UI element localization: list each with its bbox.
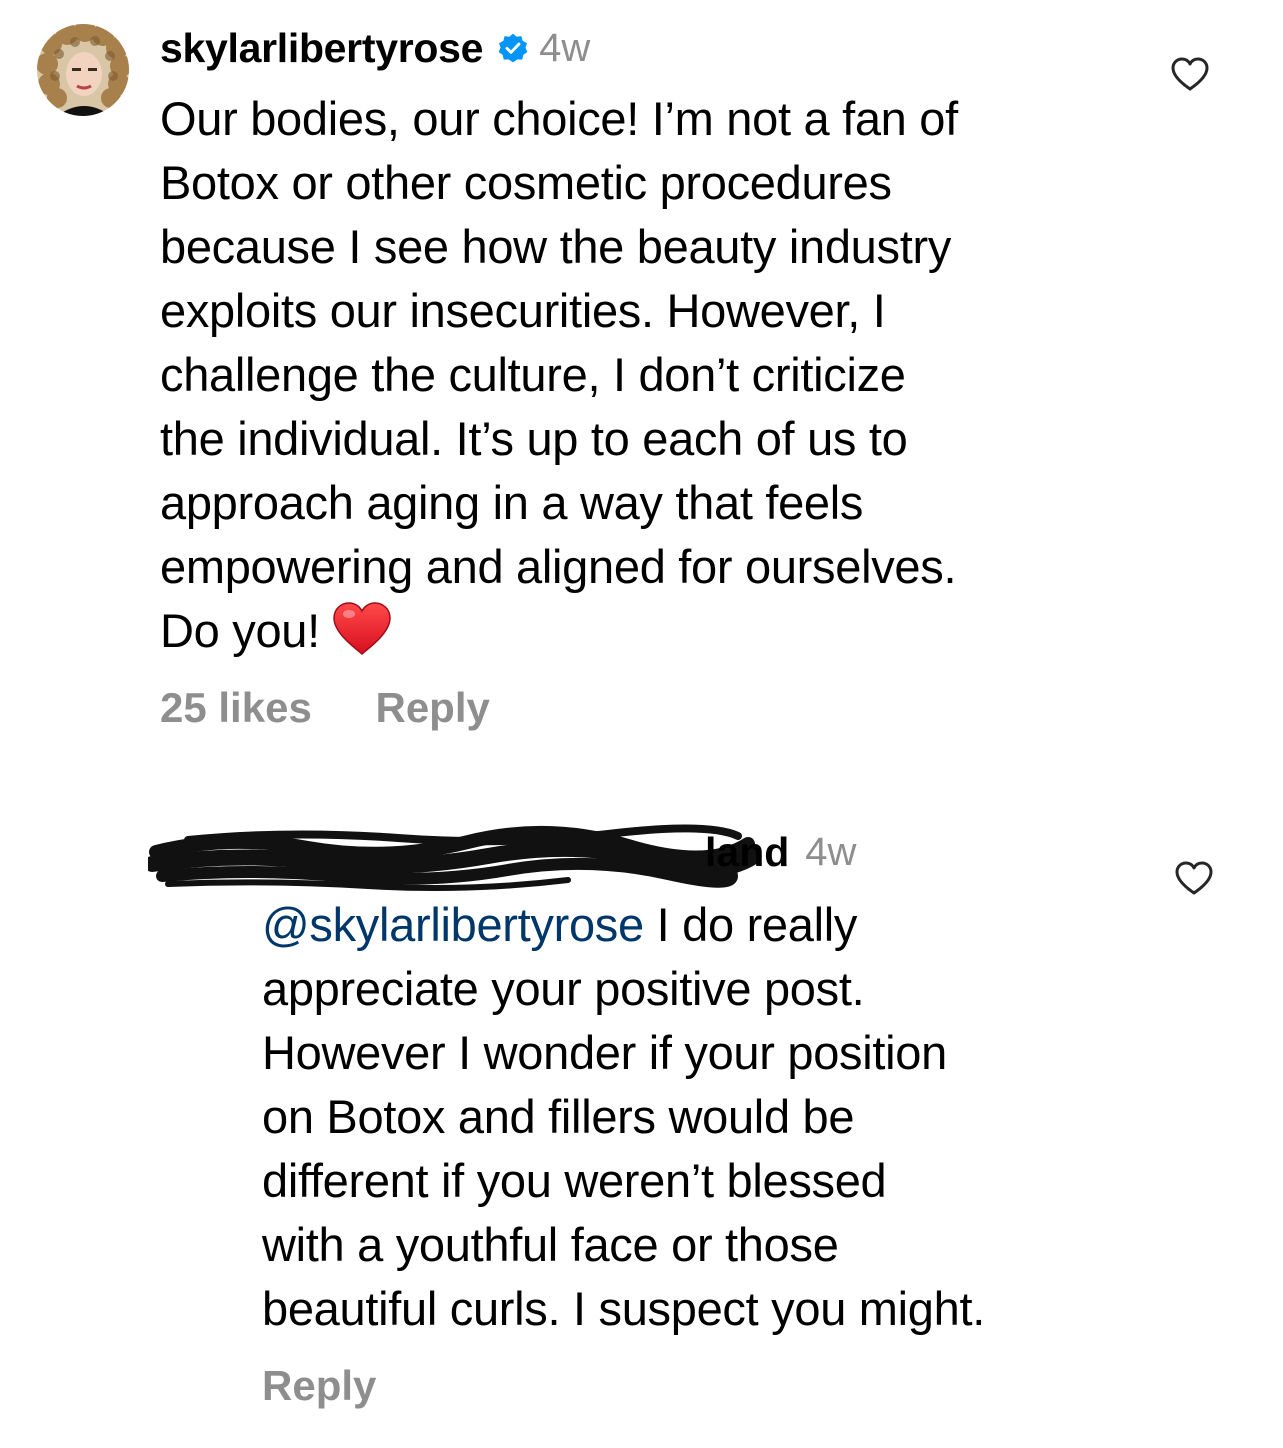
red-heart-emoji-icon [333,602,391,656]
comment-line: Our bodies, our choice! I’m not a fan of [160,92,958,145]
mention-link[interactable]: @skylarlibertyrose [262,898,644,951]
comment-line-text: I do really [643,898,858,951]
comment-line: because I see how the beauty industry [160,220,952,273]
verified-badge-icon [498,33,528,63]
username-redacted[interactable]: land [705,829,789,876]
reply-button[interactable]: Reply [262,1362,376,1410]
reply-button[interactable]: Reply [375,684,489,732]
username[interactable]: skylarlibertyrose [160,25,483,72]
comment-meta: Reply [262,1362,376,1410]
like-heart-icon[interactable] [1170,56,1210,92]
comment-meta: 25 likes Reply [160,684,490,732]
curly-hair-avatar-icon [37,24,129,116]
comment-line: with a youthful face or those [262,1218,839,1271]
comment-line: exploits our insecurities. However, I [160,284,886,337]
like-heart-icon[interactable] [1174,860,1214,896]
comment-line: Botox or other cosmetic procedures [160,156,892,209]
timestamp: 4w [539,25,591,70]
comment-line-text: Do you! [160,604,320,657]
comment-line-first: @skylarlibertyrose I do really [262,893,1142,957]
comment-line: empowering and aligned for ourselves. [160,540,957,593]
comment-header: land 4w [705,826,856,878]
timestamp: 4w [805,829,857,874]
comment-line: different if you weren’t blessed [262,1154,887,1207]
comment-text: @skylarlibertyrose I do really appreciat… [262,893,1142,1341]
comment-line: appreciate your positive post. [262,962,865,1015]
comment-line: challenge the culture, I don’t criticize [160,348,906,401]
comment-line: approach aging in a way that feels [160,476,864,529]
comment-line: beautiful curls. I suspect you might. [262,1282,985,1335]
comment-line: on Botox and fillers would be [262,1090,855,1143]
comment-header: skylarlibertyrose 4w [160,22,590,74]
comment-text: Our bodies, our choice! I’m not a fan of… [160,87,1170,663]
avatar[interactable] [37,24,129,116]
redaction-scribble [148,824,758,891]
comment-line: However I wonder if your position [262,1026,947,1079]
comment-line: the individual. It’s up to each of us to [160,412,908,465]
likes-count[interactable]: 25 likes [160,684,312,732]
comment-line-last: Do you! [160,599,1170,663]
